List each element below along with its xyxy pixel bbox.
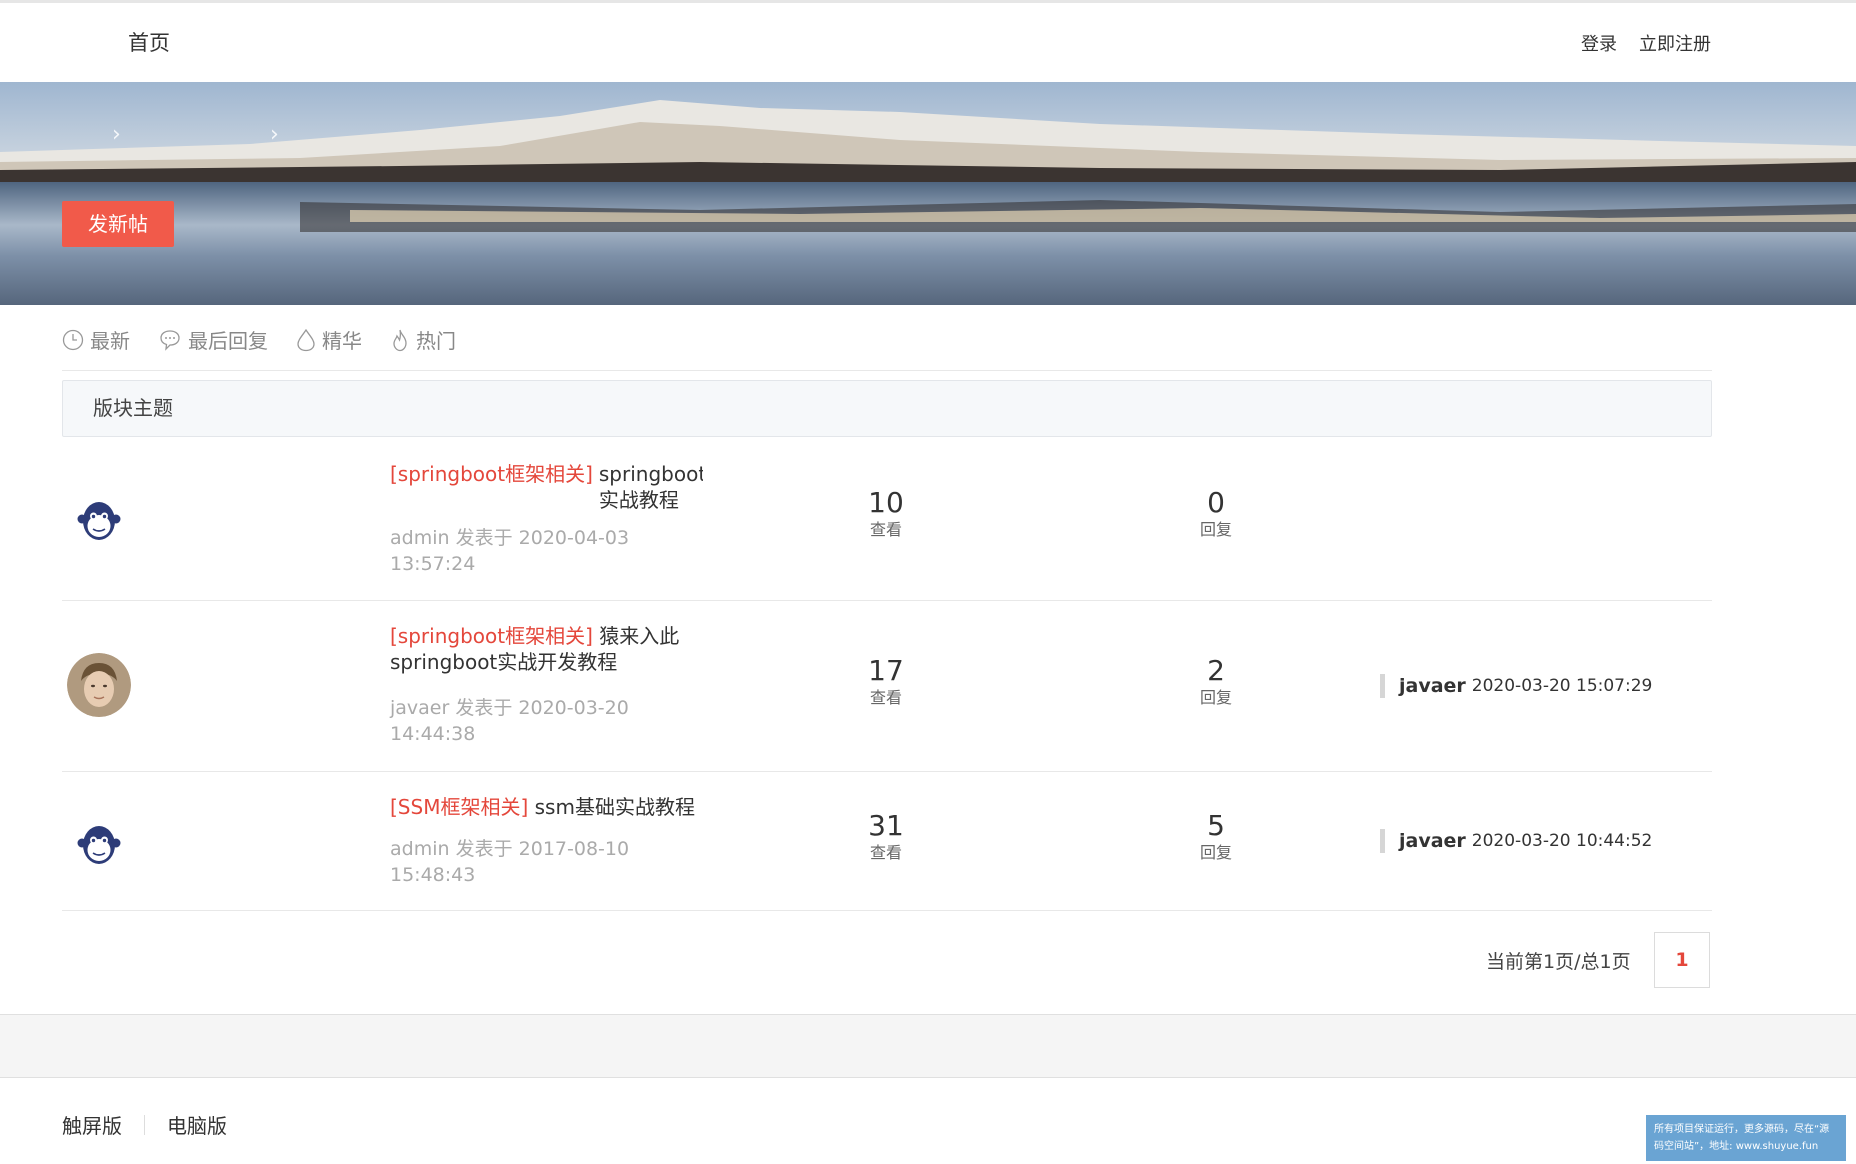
chat-bubble-icon [160,329,180,351]
footer-links: 触屏版 电脑版 [62,1110,227,1139]
replies-label: 回复 [1199,843,1232,862]
avatar[interactable] [67,653,131,717]
thread-filter-tabs: 最新 最后回复 精华 热门 [62,325,456,354]
avatar[interactable] [67,812,131,876]
droplet-icon [297,328,315,351]
section-header: 版块主题 [62,380,1712,437]
login-link[interactable]: 登录 [1581,30,1617,56]
thread-title-link[interactable]: ssm基础实战教程 [535,795,695,819]
views-stat: 17 查看 [836,655,936,709]
nav-home-link[interactable]: 首页 [128,27,170,57]
register-link[interactable]: 立即注册 [1639,30,1711,56]
replies-stat: 2 回复 [1166,655,1266,709]
footer-band [0,1014,1856,1078]
tab-latest[interactable]: 最新 [62,325,130,354]
thread-row: [springboot框架相关] springboot实战教程 admin 发表于… [62,437,1712,601]
thread-author[interactable]: admin [390,527,450,549]
thread-meta: admin 发表于 2017-08-10 15:48:43 [390,836,650,888]
tab-label: 最新 [90,329,130,353]
thread-title-link[interactable]: springboot实战教程 [599,461,703,513]
top-navbar: 首页 登录 立即注册 [0,0,1856,82]
tab-last-reply[interactable]: 最后回复 [158,325,268,354]
breadcrumb-chevron-icon: › [112,122,121,147]
monkey-avatar-icon [67,488,131,552]
thread-author[interactable]: javaer [390,697,449,719]
thread-meta: javaer 发表于 2020-03-20 14:44:38 [390,695,650,747]
clock-icon [62,329,84,350]
views-stat: 10 查看 [836,487,936,541]
last-reply-marker [1380,829,1385,853]
views-count: 10 [868,486,904,519]
tab-label: 热门 [416,329,456,353]
thread-title: [springboot框架相关] springboot实战教程 [390,461,750,513]
posted-label: 发表于 [455,527,513,549]
thread-title: [springboot框架相关] 猿来入此springboot实战开发教程 [390,623,720,675]
replies-label: 回复 [1199,688,1232,707]
views-stat: 31 查看 [836,810,936,864]
landscape-image [0,82,1856,305]
tab-label: 精华 [322,329,362,353]
last-reply-user[interactable]: javaer [1399,675,1466,697]
thread-row: [springboot框架相关] 猿来入此springboot实战开发教程 ja… [62,601,1712,772]
views-label: 查看 [869,520,902,539]
last-reply-info: javaer 2020-03-20 15:07:29 [1380,673,1652,699]
flame-icon [393,329,407,351]
auth-links: 登录 立即注册 [1581,30,1711,56]
watermark-badge: 所有项目保证运行，更多源码，尽在“源码空间站”，地址: www.shuyue.f… [1646,1115,1846,1161]
thread-title: [SSM框架相关] ssm基础实战教程 [390,794,750,820]
footer-divider [144,1114,145,1135]
views-label: 查看 [869,843,902,862]
views-label: 查看 [869,688,902,707]
tab-featured[interactable]: 精华 [296,325,362,354]
replies-count: 0 [1207,486,1225,519]
thread-category-link[interactable]: [springboot框架相关] [390,461,593,487]
last-reply-info: javaer 2020-03-20 10:44:52 [1380,828,1652,854]
thread-row: [SSM框架相关] ssm基础实战教程 admin 发表于 2017-08-10… [62,772,1712,911]
replies-stat: 0 回复 [1166,487,1266,541]
thread-author[interactable]: admin [390,838,450,860]
thread-category-link[interactable]: [SSM框架相关] [390,795,528,819]
tab-hot[interactable]: 热门 [390,325,456,354]
monkey-avatar-icon [67,812,131,876]
last-reply-marker [1380,674,1385,698]
page-number-button[interactable]: 1 [1654,932,1710,988]
last-reply-time: 2020-03-20 10:44:52 [1471,831,1653,851]
section-title: 版块主题 [93,396,173,420]
replies-count: 2 [1207,654,1225,687]
breadcrumb-chevron-icon: › [270,122,279,147]
last-reply-user[interactable]: javaer [1399,830,1466,852]
avatar[interactable] [67,488,131,552]
views-count: 17 [868,654,904,687]
touch-version-link[interactable]: 触屏版 [62,1110,122,1139]
thread-category-link[interactable]: [springboot框架相关] [390,624,593,648]
thread-meta: admin 发表于 2020-04-03 13:57:24 [390,525,650,577]
posted-label: 发表于 [455,838,513,860]
desktop-version-link[interactable]: 电脑版 [167,1110,227,1139]
photo-avatar-icon [67,653,131,717]
new-post-button[interactable]: 发新帖 [62,201,174,247]
replies-stat: 5 回复 [1166,810,1266,864]
posted-label: 发表于 [455,697,513,719]
tabs-divider [62,370,1712,371]
pagination-summary: 当前第1页/总1页 [1486,951,1631,973]
replies-count: 5 [1207,809,1225,842]
views-count: 31 [868,809,904,842]
banner-image: › › 发新帖 [0,82,1856,305]
tab-label: 最后回复 [188,329,268,353]
replies-label: 回复 [1199,520,1232,539]
last-reply-time: 2020-03-20 15:07:29 [1471,676,1653,696]
